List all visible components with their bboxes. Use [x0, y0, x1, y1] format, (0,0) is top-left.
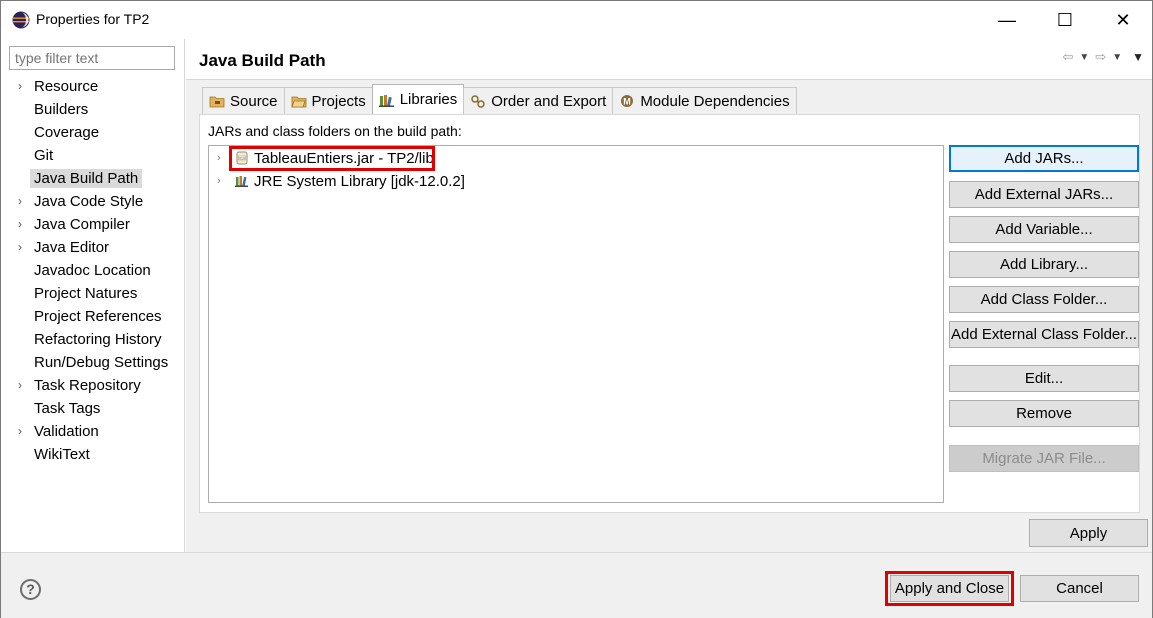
source-folder-icon	[209, 96, 225, 108]
add-variable-button[interactable]: Add Variable...	[949, 216, 1139, 243]
add-external-class-folder-button[interactable]: Add External Class Folder...	[949, 321, 1139, 348]
expand-arrow-icon[interactable]: ›	[18, 190, 28, 213]
tab-source-label: Source	[230, 92, 278, 110]
nav-item-java-compiler[interactable]: › Java Compiler	[1, 213, 185, 236]
nav-item-resource[interactable]: › Resource	[1, 75, 185, 98]
svg-text:M: M	[624, 97, 632, 107]
filter-input[interactable]	[9, 46, 175, 70]
expand-arrow-icon[interactable]: ›	[217, 147, 221, 170]
tab-projects[interactable]: Projects	[283, 87, 373, 114]
library-tree[interactable]: › 010 TableauEntiers.jar - TP2/lib › JRE…	[208, 145, 944, 503]
add-external-jars-button[interactable]: Add External JARs...	[949, 181, 1139, 208]
nav-item-label: Task Tags	[34, 400, 101, 417]
title-bar: Properties for TP2 — ☐ ✕	[1, 1, 1152, 39]
tab-order-export[interactable]: Order and Export	[463, 87, 614, 114]
libraries-icon	[378, 94, 394, 107]
tab-order-export-label: Order and Export	[491, 92, 607, 110]
nav-item-validation[interactable]: › Validation	[1, 420, 185, 443]
nav-item-refactoring-history[interactable]: Refactoring History	[1, 328, 185, 351]
close-button[interactable]: ✕	[1100, 1, 1146, 39]
dialog-footer: ? Apply and Close Cancel	[1, 552, 1152, 618]
libraries-tab-content: JARs and class folders on the build path…	[199, 114, 1140, 513]
view-menu-icon[interactable]: ▼	[1132, 50, 1144, 64]
add-jars-button[interactable]: Add JARs...	[949, 145, 1139, 172]
expand-arrow-icon[interactable]: ›	[18, 213, 28, 236]
page-title: Java Build Path	[199, 51, 326, 70]
minimize-button[interactable]: —	[984, 1, 1030, 39]
nav-item-label: Task Repository	[34, 377, 141, 394]
nav-item-label: Git	[34, 147, 54, 164]
remove-button[interactable]: Remove	[949, 400, 1139, 427]
nav-item-label: WikiText	[34, 446, 90, 463]
expand-arrow-icon[interactable]: ›	[217, 170, 221, 193]
nav-item-label: Resource	[34, 78, 99, 95]
nav-item-wikitext[interactable]: WikiText	[1, 443, 185, 466]
library-icon	[235, 176, 248, 187]
expand-arrow-icon[interactable]: ›	[18, 75, 28, 98]
apply-button[interactable]: Apply	[1029, 519, 1148, 547]
module-icon: M	[621, 95, 634, 107]
nav-item-java-editor[interactable]: › Java Editor	[1, 236, 185, 259]
maximize-button[interactable]: ☐	[1042, 1, 1088, 39]
nav-item-label: Run/Debug Settings	[34, 354, 169, 371]
tab-libraries-label: Libraries	[399, 91, 458, 108]
nav-item-label: Validation	[34, 423, 99, 440]
eclipse-logo-icon	[12, 11, 30, 29]
tab-module-label: Module Dependencies	[640, 92, 790, 110]
tab-module-dependencies[interactable]: M Module Dependencies	[612, 87, 797, 114]
nav-item-javadoc-location[interactable]: Javadoc Location	[1, 259, 185, 282]
cancel-button[interactable]: Cancel	[1020, 575, 1139, 602]
nav-item-git[interactable]: Git	[1, 144, 185, 167]
help-icon[interactable]: ?	[20, 579, 41, 600]
nav-item-coverage[interactable]: Coverage	[1, 121, 185, 144]
nav-item-label: Java Editor	[34, 239, 110, 256]
nav-item-label: Java Build Path	[30, 169, 143, 188]
tab-projects-label: Projects	[311, 92, 366, 110]
back-dropdown-icon[interactable]: ▼	[1079, 52, 1089, 63]
properties-dialog: Properties for TP2 — ☐ ✕ › Resource Builde…	[0, 0, 1153, 618]
nav-item-java-build-path[interactable]: Java Build Path	[1, 167, 185, 190]
window-title: Properties for TP2	[36, 11, 150, 27]
nav-item-label: Project References	[34, 308, 162, 325]
nav-item-label: Builders	[34, 101, 89, 118]
migrate-jar-button: Migrate JAR File...	[949, 445, 1139, 472]
history-nav: ⇦ ▼ ⇨ ▼ ▼	[1062, 49, 1144, 65]
edit-button[interactable]: Edit...	[949, 365, 1139, 392]
library-label: JRE System Library [jdk-12.0.2]	[254, 173, 465, 190]
forward-dropdown-icon[interactable]: ▼	[1112, 52, 1122, 63]
order-export-icon	[471, 95, 485, 108]
annotation-highlight	[229, 146, 435, 171]
nav-item-label: Refactoring History	[34, 331, 162, 348]
page-area: Java Build Path ⇦ ▼ ⇨ ▼ ▼ Source Project…	[186, 39, 1152, 552]
nav-item-label: Java Compiler	[34, 216, 130, 233]
nav-item-task-repository[interactable]: › Task Repository	[1, 374, 185, 397]
nav-item-project-natures[interactable]: Project Natures	[1, 282, 185, 305]
library-item-jre[interactable]: › JRE System Library [jdk-12.0.2]	[209, 170, 609, 193]
build-path-tabs: Source Projects Libraries Order and Expo…	[202, 84, 797, 114]
nav-item-label: Project Natures	[34, 285, 138, 302]
nav-item-label: Java Code Style	[34, 193, 144, 210]
tab-libraries[interactable]: Libraries	[371, 84, 465, 114]
preference-tree: › Resource Builders Coverage Git Java Build P…	[1, 75, 185, 466]
nav-item-label: Javadoc Location	[34, 262, 151, 279]
apply-and-close-button[interactable]: Apply and Close	[890, 575, 1009, 602]
nav-item-label: Coverage	[34, 124, 100, 141]
back-arrow-icon[interactable]: ⇦	[1062, 49, 1073, 65]
projects-folder-icon	[290, 96, 306, 108]
add-library-button[interactable]: Add Library...	[949, 251, 1139, 278]
add-class-folder-button[interactable]: Add Class Folder...	[949, 286, 1139, 313]
nav-item-java-code-style[interactable]: › Java Code Style	[1, 190, 185, 213]
expand-arrow-icon[interactable]: ›	[18, 374, 28, 397]
expand-arrow-icon[interactable]: ›	[18, 236, 28, 259]
build-path-label: JARs and class folders on the build path…	[208, 123, 462, 139]
nav-item-builders[interactable]: Builders	[1, 98, 185, 121]
page-header: Java Build Path ⇦ ▼ ⇨ ▼ ▼	[186, 39, 1152, 80]
expand-arrow-icon[interactable]: ›	[18, 420, 28, 443]
nav-item-task-tags[interactable]: Task Tags	[1, 397, 185, 420]
nav-item-run-debug-settings[interactable]: Run/Debug Settings	[1, 351, 185, 374]
preference-nav-pane: › Resource Builders Coverage Git Java Build P…	[1, 39, 185, 552]
forward-arrow-icon[interactable]: ⇨	[1095, 49, 1106, 65]
nav-item-project-references[interactable]: Project References	[1, 305, 185, 328]
tab-source[interactable]: Source	[202, 87, 285, 114]
